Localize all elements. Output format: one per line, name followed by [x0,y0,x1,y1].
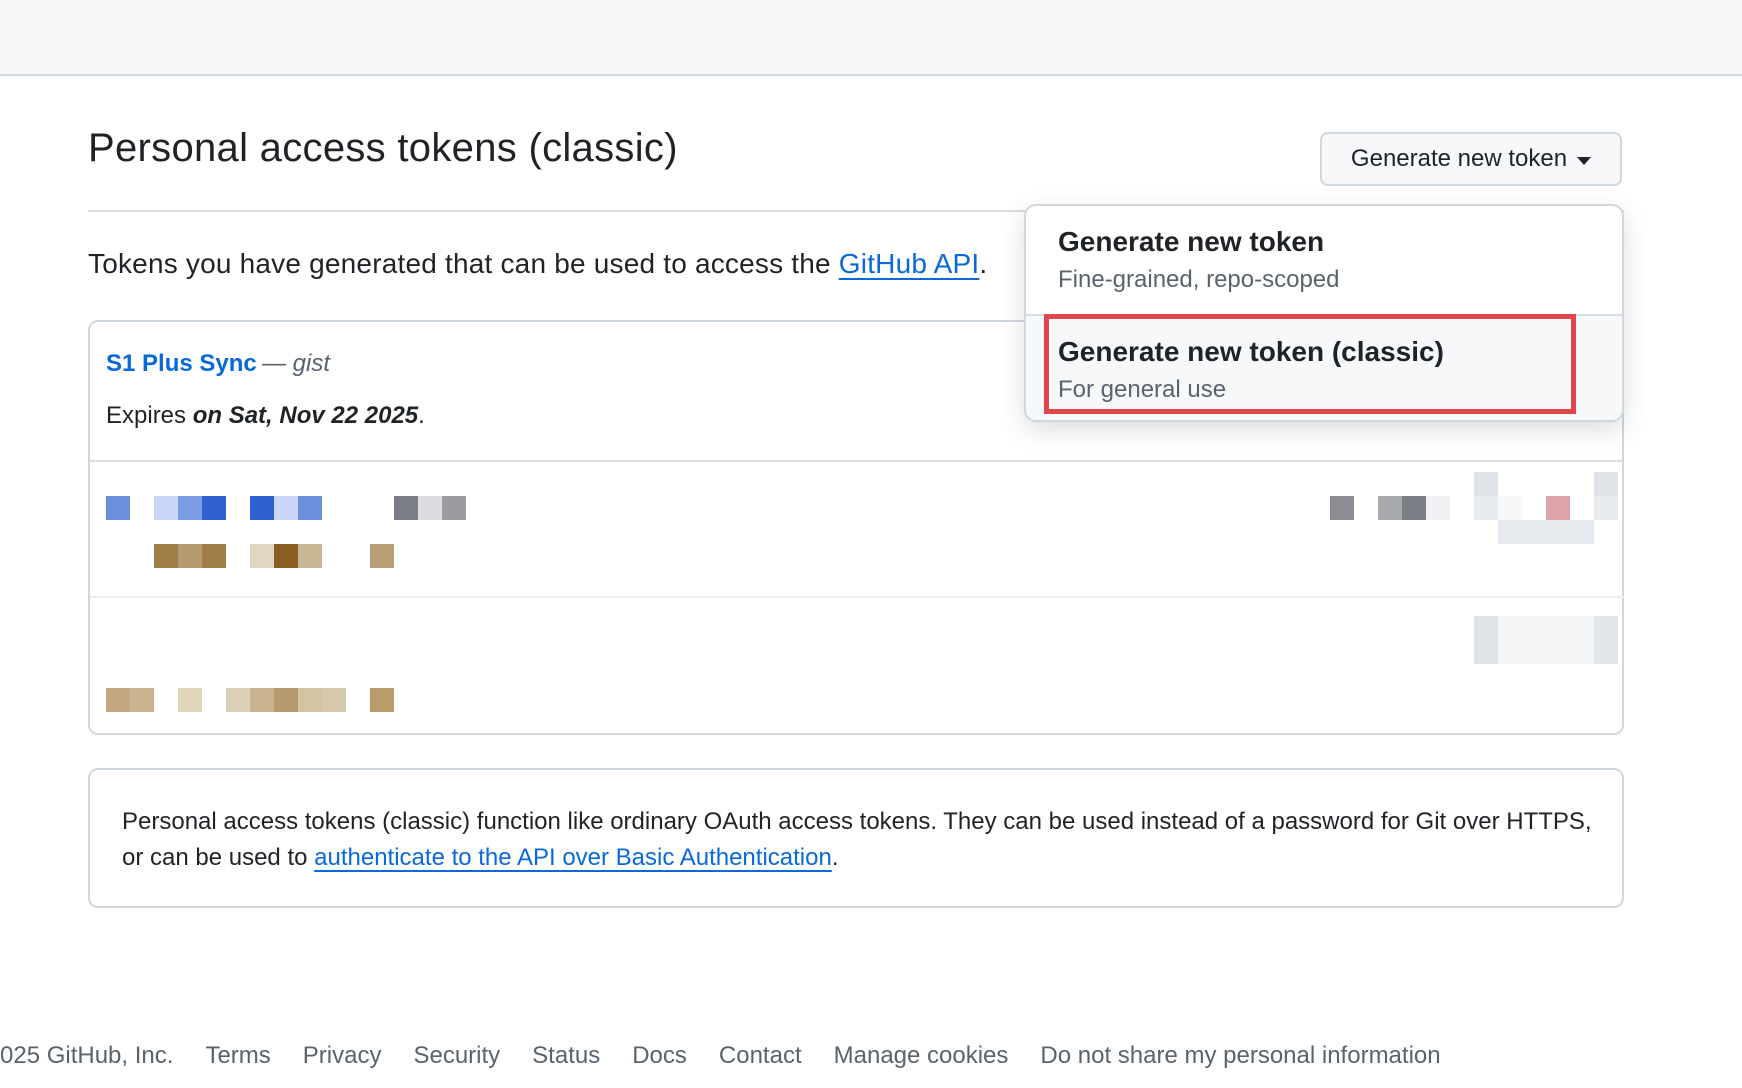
token-name-link[interactable]: S1 Plus Sync [106,350,257,378]
redacted-block [298,496,322,520]
redacted-block [274,496,298,520]
redacted-block [178,496,202,520]
expires-prefix: Expires [106,402,193,429]
redacted-block [1594,472,1618,496]
redacted-block [1498,520,1594,544]
redacted-block [1546,496,1570,520]
redacted-block [154,496,178,520]
expires-suffix: . [418,402,425,429]
footer-link-privacy[interactable]: Privacy [303,1042,382,1070]
generate-token-menu: Generate new token Fine-grained, repo-sc… [1024,204,1624,422]
redacted-block [178,544,202,568]
redacted-block [1426,496,1450,520]
redacted-block [1474,616,1498,664]
menu-item-title: Generate new token [1058,226,1325,257]
caret-down-icon [1577,156,1592,165]
generate-button-label: Generate new token [1350,145,1568,172]
redacted-block [1594,616,1618,664]
intro-text: Tokens you have generated that can be us… [88,248,987,280]
redacted-block [226,688,250,712]
footer-link-security[interactable]: Security [413,1042,500,1070]
redacted-block [274,544,298,568]
redacted-block [1330,496,1354,520]
redacted-block [1498,616,1594,664]
top-header-bar [0,0,1742,76]
redacted-block [370,688,394,712]
footer-link-status[interactable]: Status [532,1042,600,1070]
generate-new-token-button[interactable]: Generate new token [1320,132,1622,186]
menu-item-classic-token[interactable]: Generate new token (classic) For general… [1026,314,1622,420]
redacted-block [418,496,442,520]
row-divider [90,596,1624,598]
redacted-block [274,688,298,712]
classic-tokens-info: Personal access tokens (classic) functio… [88,768,1624,908]
redacted-block [178,688,202,712]
redacted-block [1378,496,1402,520]
intro-text-after: . [979,248,988,279]
menu-item-title: Generate new token (classic) [1058,336,1444,367]
footer-link-terms[interactable]: Terms [205,1042,270,1070]
menu-item-subtitle: Fine-grained, repo-scoped [1058,266,1340,293]
redacted-block [250,544,274,568]
redacted-block [370,544,394,568]
redacted-block [154,544,178,568]
redacted-block [1474,496,1498,520]
redacted-block [394,496,418,520]
redacted-block [1402,496,1426,520]
redacted-block [298,688,322,712]
redacted-block [1474,472,1498,496]
footer-link-docs[interactable]: Docs [632,1042,687,1070]
redacted-block [106,496,130,520]
menu-item-fine-grained-token[interactable]: Generate new token Fine-grained, repo-sc… [1026,206,1622,314]
footer-link-contact[interactable]: Contact [719,1042,802,1070]
redacted-block [250,496,274,520]
menu-item-subtitle: For general use [1058,376,1227,403]
expires-date: on Sat, Nov 22 2025 [192,402,419,429]
token-expiration: Expires on Sat, Nov 22 2025. [106,402,425,430]
redacted-block [322,688,346,712]
basic-auth-link[interactable]: authenticate to the API over Basic Authe… [314,844,832,871]
redacted-block [106,688,130,712]
redacted-block [202,496,226,520]
footer-copyright: 025 GitHub, Inc. [0,1042,174,1069]
redacted-block [442,496,466,520]
site-footer: 025 GitHub, Inc. Terms Privacy Security … [0,1042,1441,1070]
redacted-block [250,688,274,712]
footer-link-manage-cookies[interactable]: Manage cookies [834,1042,1009,1070]
info-text-after: . [831,844,839,871]
footer-link-do-not-share[interactable]: Do not share my personal information [1040,1042,1440,1070]
token-note: — gist [262,350,331,377]
page-title: Personal access tokens (classic) [88,126,678,170]
github-api-link[interactable]: GitHub API [839,248,980,279]
redacted-block [1594,496,1618,520]
intro-text-before: Tokens you have generated that can be us… [88,248,839,279]
redacted-block [130,688,154,712]
redacted-block [202,544,226,568]
redacted-block [1498,496,1522,520]
redacted-block [298,544,322,568]
